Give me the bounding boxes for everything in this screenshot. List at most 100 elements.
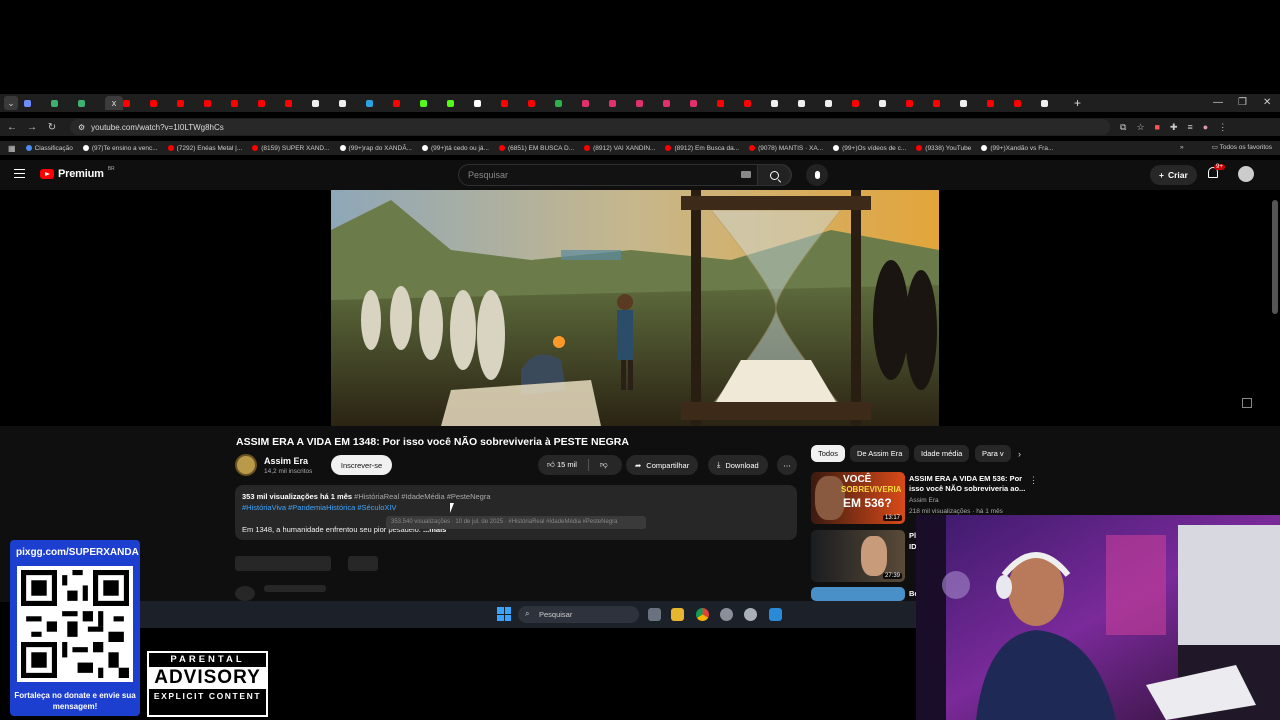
bookmarks-overflow-icon[interactable]: » xyxy=(1180,141,1184,155)
rec-thumbnail[interactable]: 27:39 xyxy=(811,530,905,582)
download-button[interactable]: ⤓ Download xyxy=(708,455,768,475)
restore-icon[interactable]: ❐ xyxy=(1238,94,1247,112)
browser-tab[interactable] xyxy=(312,96,339,110)
close-tab-icon[interactable]: x xyxy=(112,98,117,108)
bookmark-item[interactable]: (97)Te ensino a venc... xyxy=(82,145,158,152)
rec-options-icon[interactable]: ⋮ xyxy=(1029,475,1038,486)
browser-tab[interactable] xyxy=(771,96,798,110)
browser-tab[interactable] xyxy=(555,96,582,110)
browser-tab[interactable] xyxy=(582,96,609,110)
browser-tab[interactable] xyxy=(636,96,663,110)
browser-tab[interactable] xyxy=(393,96,420,110)
bookmark-item[interactable]: (7292) Enéas Metal |... xyxy=(167,145,242,152)
browser-tab[interactable] xyxy=(150,96,177,110)
account-avatar[interactable] xyxy=(1238,166,1254,182)
browser-tab[interactable] xyxy=(447,96,474,110)
create-button[interactable]: + Criar xyxy=(1150,165,1197,185)
browser-tab[interactable] xyxy=(1014,96,1041,110)
youtube-premium-logo[interactable]: Premium BR xyxy=(40,166,115,180)
tab-search-button[interactable]: ⌄ xyxy=(4,96,18,110)
browser-tab[interactable] xyxy=(51,96,78,110)
browser-tab[interactable] xyxy=(690,96,717,110)
browser-tab[interactable] xyxy=(852,96,879,110)
chrome-icon[interactable] xyxy=(696,608,709,621)
browser-tab[interactable] xyxy=(339,96,366,110)
rec-thumbnail[interactable]: VOCÊ SOBREVIVERIA EM 536? 13:17 xyxy=(811,472,905,524)
menu-icon[interactable] xyxy=(14,169,25,178)
settings-icon[interactable] xyxy=(744,608,757,621)
site-info-icon[interactable]: ⚙ xyxy=(78,123,85,132)
rec-title[interactable]: ASSIM ERA A VIDA EM 536: Por isso você N… xyxy=(909,474,1027,494)
top-hashtags[interactable]: #HistóriaReal #IdadeMédia #PesteNegra xyxy=(354,492,490,501)
tab-search-icon[interactable]: ≡ xyxy=(1188,122,1193,133)
video-frame[interactable] xyxy=(331,190,939,426)
browser-tab[interactable] xyxy=(987,96,1014,110)
bookmark-item[interactable]: (8159) SUPER XAND... xyxy=(252,145,330,152)
bookmark-item[interactable]: (9078) MANTIS · XA... xyxy=(749,145,823,152)
bookmark-item[interactable]: (8912) Em Busca da... xyxy=(665,145,739,152)
voice-search-button[interactable] xyxy=(806,164,828,186)
browser-tab[interactable] xyxy=(798,96,825,110)
browser-tab[interactable] xyxy=(906,96,933,110)
browser-tab-active[interactable]: x xyxy=(105,96,123,110)
all-favorites-folder[interactable]: ▭ Todos os favoritos xyxy=(1212,141,1272,155)
like-button[interactable]: 👍︎ 15 mil xyxy=(547,460,577,470)
file-explorer-icon[interactable] xyxy=(671,608,684,621)
browser-tab[interactable] xyxy=(825,96,852,110)
extensions-icon[interactable]: ✚ xyxy=(1170,122,1178,133)
browser-tab[interactable] xyxy=(501,96,528,110)
chip-all[interactable]: Todos xyxy=(811,445,846,462)
chevron-right-icon[interactable]: › xyxy=(1018,449,1021,459)
bookmark-item[interactable]: (99+)tá cedo ou já... xyxy=(421,145,489,152)
browser-tab[interactable] xyxy=(960,96,987,110)
media-icon[interactable]: ■ xyxy=(1155,122,1160,133)
app-icon[interactable] xyxy=(769,608,782,621)
video-player[interactable] xyxy=(0,190,1280,426)
browser-tab[interactable] xyxy=(24,96,51,110)
share-button[interactable]: ➦ Compartilhar xyxy=(626,455,699,475)
back-icon[interactable]: ← xyxy=(2,122,22,133)
profile-icon[interactable]: ● xyxy=(1203,122,1208,133)
app-icon[interactable] xyxy=(720,608,733,621)
browser-tab[interactable] xyxy=(420,96,447,110)
rec-channel[interactable]: Assim Era xyxy=(909,497,939,504)
chip-from-channel[interactable]: De Assim Era xyxy=(850,445,910,462)
browser-tab[interactable] xyxy=(474,96,501,110)
taskbar-search[interactable]: ⌕ Pesquisar xyxy=(518,606,639,623)
channel-name[interactable]: Assim Era xyxy=(264,456,308,466)
search-button[interactable] xyxy=(757,164,791,186)
description-hashtags[interactable]: #HistóriaViva #PandemiaHistórica #Século… xyxy=(242,503,397,512)
url-field[interactable]: ⚙ youtube.com/watch?v=1I0LTWg8hCs xyxy=(70,119,1110,135)
bookmark-item[interactable]: (6851) EM BUSCA D... xyxy=(498,145,574,152)
browser-tab[interactable] xyxy=(528,96,555,110)
browser-tab[interactable] xyxy=(285,96,312,110)
browser-tab[interactable] xyxy=(177,96,204,110)
more-actions-button[interactable]: ⋯ xyxy=(777,455,797,475)
browser-tab[interactable] xyxy=(609,96,636,110)
reload-icon[interactable]: ↻ xyxy=(42,122,62,133)
fullscreen-icon[interactable] xyxy=(1242,398,1252,408)
task-view-icon[interactable] xyxy=(648,608,661,621)
browser-tab[interactable] xyxy=(933,96,960,110)
browser-tab[interactable] xyxy=(258,96,285,110)
search-input[interactable]: Pesquisar xyxy=(458,164,792,186)
chip-for-you[interactable]: Para v xyxy=(975,445,1011,462)
windows-start-icon[interactable] xyxy=(497,607,511,621)
browser-tab[interactable] xyxy=(366,96,393,110)
browser-tab[interactable] xyxy=(744,96,771,110)
rec-thumbnail[interactable] xyxy=(811,587,905,601)
minimize-icon[interactable]: — xyxy=(1213,94,1223,112)
browser-tab[interactable] xyxy=(78,96,105,110)
channel-avatar[interactable] xyxy=(235,454,257,476)
forward-icon[interactable]: → xyxy=(22,122,42,133)
bookmark-item[interactable]: Classificação xyxy=(25,145,73,152)
bookmark-item[interactable]: (8912) VAI XANDIN... xyxy=(584,145,655,152)
browser-tab[interactable] xyxy=(663,96,690,110)
browser-tab[interactable] xyxy=(717,96,744,110)
dislike-button[interactable]: 👎︎ xyxy=(600,460,608,470)
browser-tab[interactable] xyxy=(879,96,906,110)
bookmark-item[interactable]: (99+)Xandão vs Fra... xyxy=(981,145,1053,152)
browser-tab[interactable] xyxy=(1041,96,1068,110)
apps-grid-icon[interactable]: ▦ xyxy=(8,144,16,153)
page-scrollbar[interactable] xyxy=(1272,200,1278,314)
